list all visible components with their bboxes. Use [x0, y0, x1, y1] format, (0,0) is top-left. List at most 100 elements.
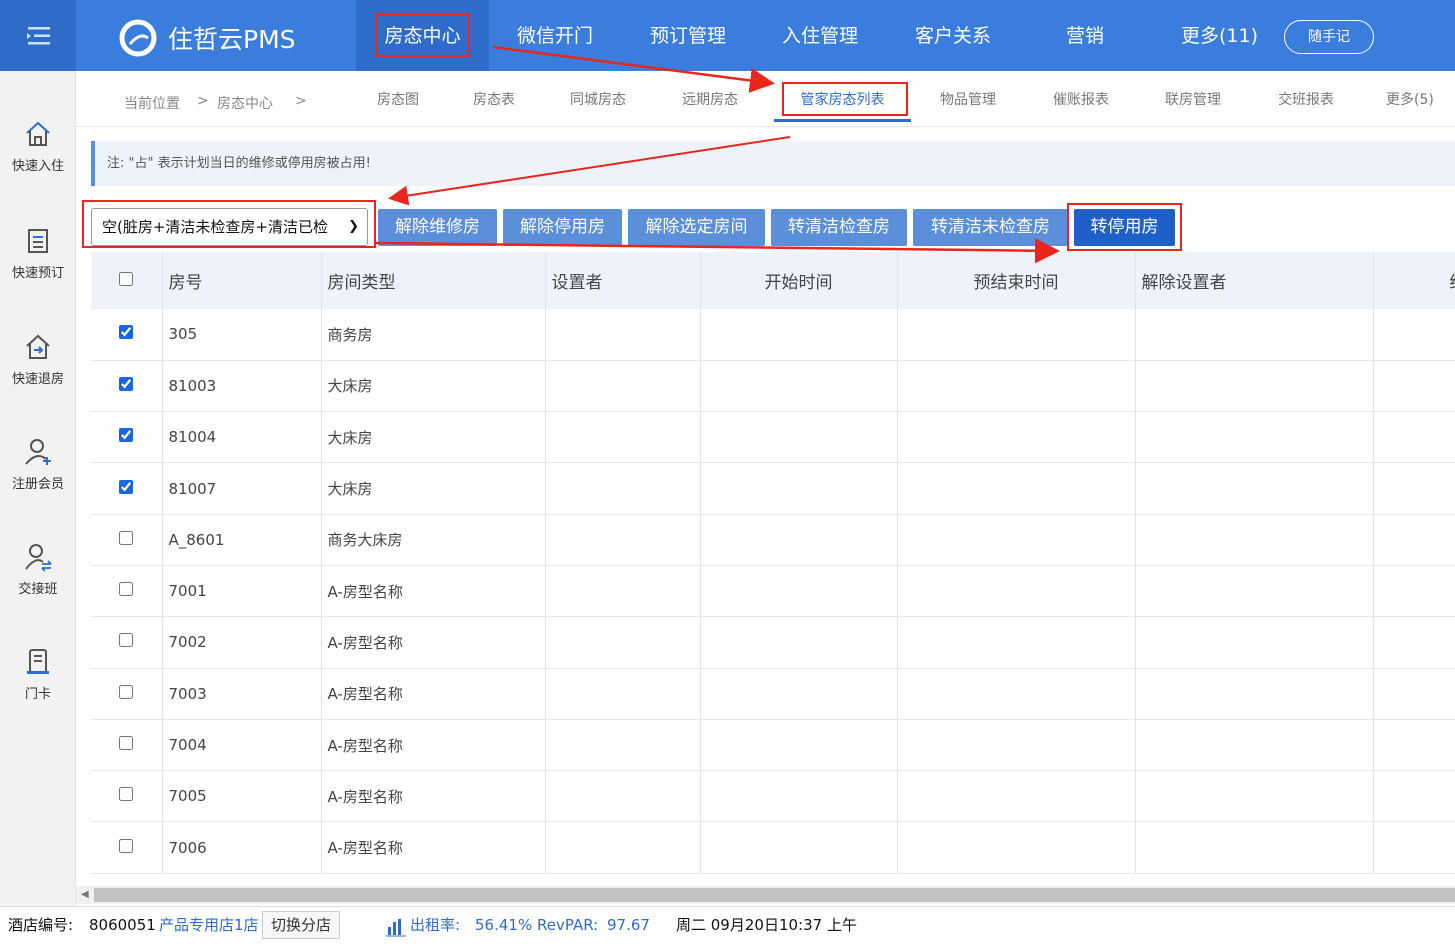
- tab-more[interactable]: 更多(5): [1386, 89, 1434, 109]
- sidebar-item-door-card[interactable]: 门卡: [0, 647, 76, 702]
- release-disabled-button[interactable]: 解除停用房: [503, 209, 622, 246]
- empty-cell: [897, 514, 1136, 566]
- sidebar-item-register-member[interactable]: 注册会员: [0, 437, 76, 492]
- release-maintenance-button[interactable]: 解除维修房: [378, 209, 497, 246]
- row-select-cell: [91, 360, 163, 413]
- breadcrumb-current[interactable]: 房态中心: [217, 93, 273, 113]
- table-row[interactable]: 81003 大床房: [91, 360, 1455, 413]
- room-number-cell: 7006: [162, 821, 322, 874]
- release-selected-button[interactable]: 解除选定房间: [628, 209, 765, 246]
- table-row[interactable]: 81007 大床房: [91, 462, 1455, 515]
- row-checkbox[interactable]: [119, 787, 134, 802]
- row-checkbox[interactable]: [119, 582, 134, 597]
- nav-customer[interactable]: 客户关系: [915, 0, 991, 71]
- empty-cell: [545, 821, 701, 874]
- table-row[interactable]: 7006 A-房型名称: [91, 821, 1455, 874]
- empty-cell: [1135, 821, 1374, 874]
- tab-shift-report[interactable]: 交班报表: [1278, 89, 1334, 109]
- empty-cell: [897, 360, 1136, 413]
- brand-logo-icon: [119, 19, 157, 57]
- row-checkbox[interactable]: [119, 479, 134, 494]
- empty-cell: [700, 411, 898, 464]
- room-number-cell: 7004: [162, 719, 322, 772]
- empty-cell: [545, 411, 701, 464]
- row-checkbox[interactable]: [119, 376, 134, 391]
- empty-cell: [1135, 411, 1374, 464]
- tab-housekeeping-list[interactable]: 管家房态列表: [774, 89, 911, 122]
- select-all-cell: [91, 252, 163, 309]
- tab-room-map[interactable]: 房态图: [377, 89, 419, 109]
- nav-wechat-door[interactable]: 微信开门: [517, 0, 593, 71]
- table-row[interactable]: 81004 大床房: [91, 411, 1455, 464]
- nav-marketing[interactable]: 营销: [1066, 0, 1104, 71]
- to-disabled-button[interactable]: 转停用房: [1074, 209, 1175, 246]
- to-clean-inspected-button[interactable]: 转清洁检查房: [771, 209, 907, 246]
- menu-toggle-button[interactable]: [0, 0, 76, 71]
- switch-store-button[interactable]: 切换分店: [262, 911, 341, 939]
- table-row[interactable]: 7005 A-房型名称: [91, 770, 1455, 823]
- notice-banner: 注: "占" 表示计划当日的维修或停用房被占用!: [91, 141, 1455, 186]
- tab-future-status[interactable]: 远期房态: [682, 89, 738, 109]
- empty-cell: [897, 770, 1136, 823]
- header-end[interactable]: 结: [1373, 252, 1455, 309]
- scroll-left-icon[interactable]: ◀: [81, 889, 89, 900]
- empty-cell: [700, 668, 898, 720]
- room-number-cell: 81004: [162, 411, 322, 464]
- table-row[interactable]: 7002 A-房型名称: [91, 616, 1455, 669]
- empty-cell: [1135, 668, 1374, 720]
- table-row[interactable]: 7003 A-房型名称: [91, 668, 1455, 720]
- scrollbar-thumb[interactable]: [94, 888, 1455, 902]
- room-type-cell: A-房型名称: [321, 719, 546, 772]
- sidebar-item-quick-booking[interactable]: 快速预订: [0, 226, 76, 281]
- sidebar-item-shift-handover[interactable]: 交接班: [0, 542, 76, 597]
- header-expected-end[interactable]: 预结束时间: [897, 252, 1136, 309]
- header-releaser[interactable]: 解除设置者: [1135, 252, 1374, 309]
- table-row[interactable]: 7001 A-房型名称: [91, 565, 1455, 618]
- revpar-label: RevPAR:: [537, 916, 599, 934]
- nav-more[interactable]: 更多(11): [1181, 0, 1258, 71]
- table-row[interactable]: 305 商务房: [91, 309, 1455, 361]
- row-checkbox[interactable]: [119, 684, 134, 699]
- row-checkbox[interactable]: [119, 633, 134, 648]
- row-checkbox[interactable]: [119, 325, 134, 340]
- empty-cell: [1135, 309, 1374, 361]
- header-setter[interactable]: 设置者: [545, 252, 701, 309]
- nav-room-status-center[interactable]: 房态中心: [356, 0, 489, 71]
- empty-cell: [700, 565, 898, 618]
- status-filter-select[interactable]: 空(脏房+清洁未检查房+清洁已检 ❯: [91, 208, 368, 246]
- tab-items[interactable]: 物品管理: [940, 89, 996, 109]
- row-checkbox[interactable]: [119, 736, 134, 751]
- row-checkbox[interactable]: [119, 530, 134, 545]
- occupancy-label: 出租率:: [410, 916, 461, 934]
- header-start-time[interactable]: 开始时间: [700, 252, 898, 309]
- memo-button[interactable]: 随手记: [1284, 20, 1374, 54]
- empty-cell: [1373, 719, 1455, 772]
- horizontal-scrollbar[interactable]: ◀: [76, 886, 1455, 904]
- tab-dunning-report[interactable]: 催账报表: [1053, 89, 1109, 109]
- hotel-id: 8060051: [89, 916, 156, 934]
- to-clean-uninspected-button[interactable]: 转清洁未检查房: [913, 209, 1068, 246]
- nav-checkin[interactable]: 入住管理: [782, 0, 858, 71]
- empty-cell: [1373, 462, 1455, 515]
- select-all-checkbox[interactable]: [119, 271, 134, 286]
- row-checkbox[interactable]: [119, 428, 134, 443]
- header-room-no[interactable]: 房号: [162, 252, 322, 309]
- row-checkbox[interactable]: [119, 838, 134, 853]
- empty-cell: [545, 462, 701, 515]
- tab-linked-rooms[interactable]: 联房管理: [1165, 89, 1221, 109]
- table-row[interactable]: 7004 A-房型名称: [91, 719, 1455, 772]
- row-select-cell: [91, 309, 163, 361]
- room-type-cell: 大床房: [321, 462, 546, 515]
- header-room-type[interactable]: 房间类型: [321, 252, 546, 309]
- room-number-cell: 81003: [162, 360, 322, 413]
- checkout-icon: [26, 334, 50, 359]
- tab-city-status[interactable]: 同城房态: [570, 89, 626, 109]
- nav-reservation[interactable]: 预订管理: [650, 0, 726, 71]
- empty-cell: [545, 309, 701, 361]
- row-select-cell: [91, 821, 163, 874]
- table-row[interactable]: A_8601 商务大床房: [91, 514, 1455, 566]
- sidebar-item-quick-checkin[interactable]: 快速入住: [0, 119, 76, 174]
- sidebar-item-quick-checkout[interactable]: 快速退房: [0, 332, 76, 387]
- tab-room-table[interactable]: 房态表: [473, 89, 515, 109]
- empty-cell: [1135, 360, 1374, 413]
